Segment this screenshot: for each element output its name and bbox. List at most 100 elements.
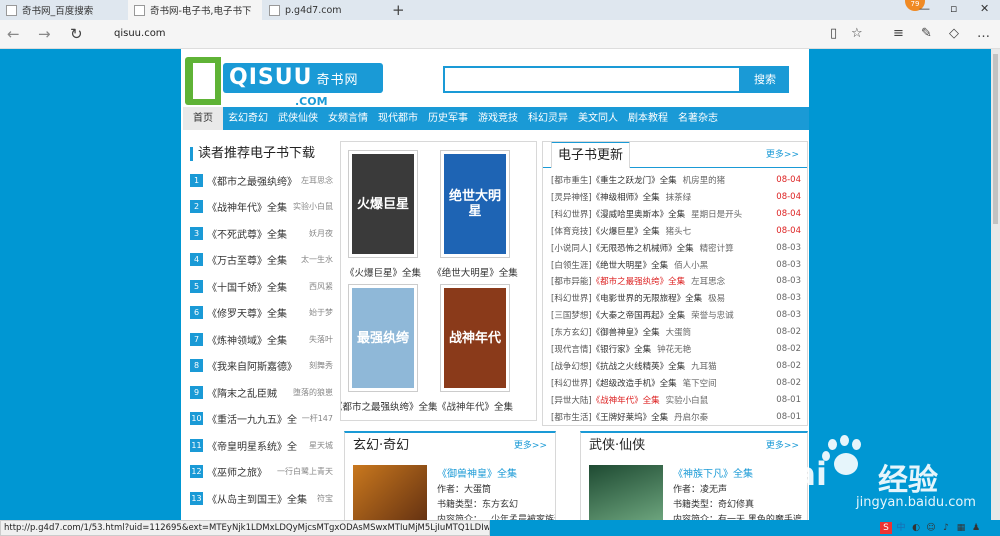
sogou-ime-icon[interactable]: S [880,522,892,534]
web-note-icon[interactable]: ✎ [921,26,932,41]
update-category[interactable]: [体育竞技] [551,225,592,237]
scrollbar-thumb[interactable] [993,54,998,224]
search-input[interactable] [443,66,741,93]
book-title[interactable]: 《重活一九九五》全 [207,411,297,426]
book-title[interactable]: 《都市之最强纨绔》 [207,173,297,188]
book-cover[interactable]: 战神年代 [440,284,510,392]
xuanhuan-book-title[interactable]: 《御兽神皇》全集 [437,465,517,480]
update-book[interactable]: 《大秦之帝国再起》全集 [592,309,686,321]
list-item[interactable]: 7 《炼神领域》全集 失落叶 [190,329,333,349]
book-cover[interactable]: 最强纨绔 [348,284,418,392]
ime-user-icon[interactable]: ♟ [970,522,982,534]
list-item[interactable]: 10 《重活一九九五》全 一杆147 [190,409,333,429]
update-row[interactable]: [都市生活] 《王牌好莱坞》全集 丹启尔秦 08-01 [551,409,801,425]
tab-qisuu[interactable]: 奇书网-电子书,电子书下 [128,0,262,20]
update-row[interactable]: [异世大陆] 《战神年代》全集 实验小白鼠 08-01 [551,392,801,408]
updates-more-link[interactable]: 更多>> [766,142,799,168]
nav-item-2[interactable]: 武侠仙侠 [273,107,323,130]
nav-item-6[interactable]: 游戏竞技 [473,107,523,130]
maximize-icon[interactable]: ▫ [950,2,957,15]
book-cover[interactable]: 绝世大明星 [440,150,510,258]
nav-item-7[interactable]: 科幻灵异 [523,107,573,130]
update-book[interactable]: 《火爆巨星》全集 [592,225,660,237]
nav-item-10[interactable]: 名著杂志 [673,107,723,130]
list-item[interactable]: 6 《修罗天尊》全集 始于梦 [190,303,333,323]
more-icon[interactable]: … [977,26,990,41]
book-title[interactable]: 《战神年代》全集 [207,199,287,214]
nav-item-8[interactable]: 美文同人 [573,107,623,130]
update-row[interactable]: [战争幻想] 《抗战之火线精英》全集 九耳猫 08-02 [551,358,801,374]
list-item[interactable]: 4 《万古至尊》全集 太一生水 [190,250,333,270]
update-category[interactable]: [灵异神怪] [551,191,592,203]
book-title[interactable]: 《修罗天尊》全集 [207,305,287,320]
update-category[interactable]: [三国梦想] [551,309,592,321]
update-category[interactable]: [白领生涯] [551,259,592,271]
wuxia-cover-image[interactable] [589,465,663,520]
book-title[interactable]: 《帝皇明星系统》全 [207,438,297,453]
url-field[interactable]: qisuu.com [114,28,166,39]
favorite-star-icon[interactable]: ☆ [851,26,863,41]
update-row[interactable]: [灵异神怪] 《神级相师》全集 抹茶绿 08-04 [551,189,801,205]
update-book[interactable]: 《抗战之火线精英》全集 [592,360,686,372]
xuanhuan-cover-image[interactable] [353,465,427,520]
cover-caption[interactable]: 《战神年代》全集 [425,399,525,413]
back-icon[interactable]: ← [7,25,20,43]
list-item[interactable]: 9 《隋末之乱臣贼 堕落的狼崽 [190,382,333,402]
update-row[interactable]: [都市异能] 《都市之最强纨绔》全集 左耳思念 08-03 [551,273,801,289]
update-category[interactable]: [科幻世界] [551,208,592,220]
update-category[interactable]: [现代言情] [551,343,592,355]
cover-caption[interactable]: 《绝世大明星》全集 [425,265,525,279]
update-book[interactable]: 《无限恐怖之机械师》全集 [592,242,694,254]
wuxia-book-title[interactable]: 《神族下凡》全集 [673,465,753,480]
update-book[interactable]: 《御兽神皇》全集 [592,326,660,338]
tab-g4d7[interactable]: p.g4d7.com [263,0,389,20]
update-book[interactable]: 《绝世大明星》全集 [592,259,669,271]
update-book[interactable]: 《超级改造手机》全集 [592,377,677,389]
update-row[interactable]: [东方玄幻] 《御兽神皇》全集 大蛋筒 08-02 [551,324,801,340]
update-category[interactable]: [都市生活] [551,411,592,423]
update-category[interactable]: [都市重生] [551,174,592,186]
update-book[interactable]: 《漫威哈里奥斯本》全集 [592,208,686,220]
update-book[interactable]: 《神级相师》全集 [592,191,660,203]
update-book[interactable]: 《战神年代》全集 [592,394,660,406]
nav-item-9[interactable]: 剧本教程 [623,107,673,130]
update-row[interactable]: [科幻世界] 《电影世界的无限旅程》全集 极易 08-03 [551,290,801,306]
nav-item-0[interactable]: 首页 [183,107,223,130]
list-item[interactable]: 3 《不死武尊》全集 妖月夜 [190,223,333,243]
update-book[interactable]: 《王牌好莱坞》全集 [592,411,669,423]
new-tab-icon[interactable]: + [392,1,405,19]
list-item[interactable]: 8 《我来自阿斯嘉德》 刻舞秀 [190,356,333,376]
xuanhuan-more-link[interactable]: 更多>> [514,433,547,459]
book-title[interactable]: 《从岛主到国王》全集 [207,491,307,506]
ime-punct-icon[interactable]: ◐ [910,522,922,534]
book-title[interactable]: 《炼神领域》全集 [207,332,287,347]
ime-voice-icon[interactable]: ♪ [940,522,952,534]
update-category[interactable]: [都市异能] [551,275,592,287]
update-book[interactable]: 《重生之跃龙门》全集 [592,174,677,186]
ime-keyboard-icon[interactable]: ▦ [955,522,967,534]
book-title[interactable]: 《我来自阿斯嘉德》 [207,358,297,373]
update-category[interactable]: [战争幻想] [551,360,592,372]
nav-item-4[interactable]: 现代都市 [373,107,423,130]
list-item[interactable]: 5 《十国千娇》全集 西风紧 [190,276,333,296]
update-row[interactable]: [小说同人] 《无限恐怖之机械师》全集 精密计算 08-03 [551,240,801,256]
update-category[interactable]: [科幻世界] [551,292,592,304]
hub-icon[interactable]: ≡ [893,26,904,41]
book-title[interactable]: 《十国千娇》全集 [207,279,287,294]
update-book[interactable]: 《电影世界的无限旅程》全集 [592,292,703,304]
book-title[interactable]: 《万古至尊》全集 [207,252,287,267]
nav-item-5[interactable]: 历史军事 [423,107,473,130]
close-icon[interactable]: ✕ [980,2,989,15]
book-title[interactable]: 《隋末之乱臣贼 [207,385,277,400]
update-row[interactable]: [都市重生] 《重生之跃龙门》全集 机房里的猪 08-04 [551,172,801,188]
search-button[interactable]: 搜索 [741,66,789,93]
book-title[interactable]: 《巫师之旅》 [207,464,267,479]
update-row[interactable]: [体育竞技] 《火爆巨星》全集 猪头七 08-04 [551,223,801,239]
nav-item-3[interactable]: 女频言情 [323,107,373,130]
update-category[interactable]: [小说同人] [551,242,592,254]
update-book[interactable]: 《都市之最强纨绔》全集 [592,275,686,287]
book-title[interactable]: 《不死武尊》全集 [207,226,287,241]
book-cover[interactable]: 火爆巨星 [348,150,418,258]
update-category[interactable]: [异世大陆] [551,394,592,406]
update-row[interactable]: [科幻世界] 《超级改造手机》全集 笔下空间 08-02 [551,375,801,391]
